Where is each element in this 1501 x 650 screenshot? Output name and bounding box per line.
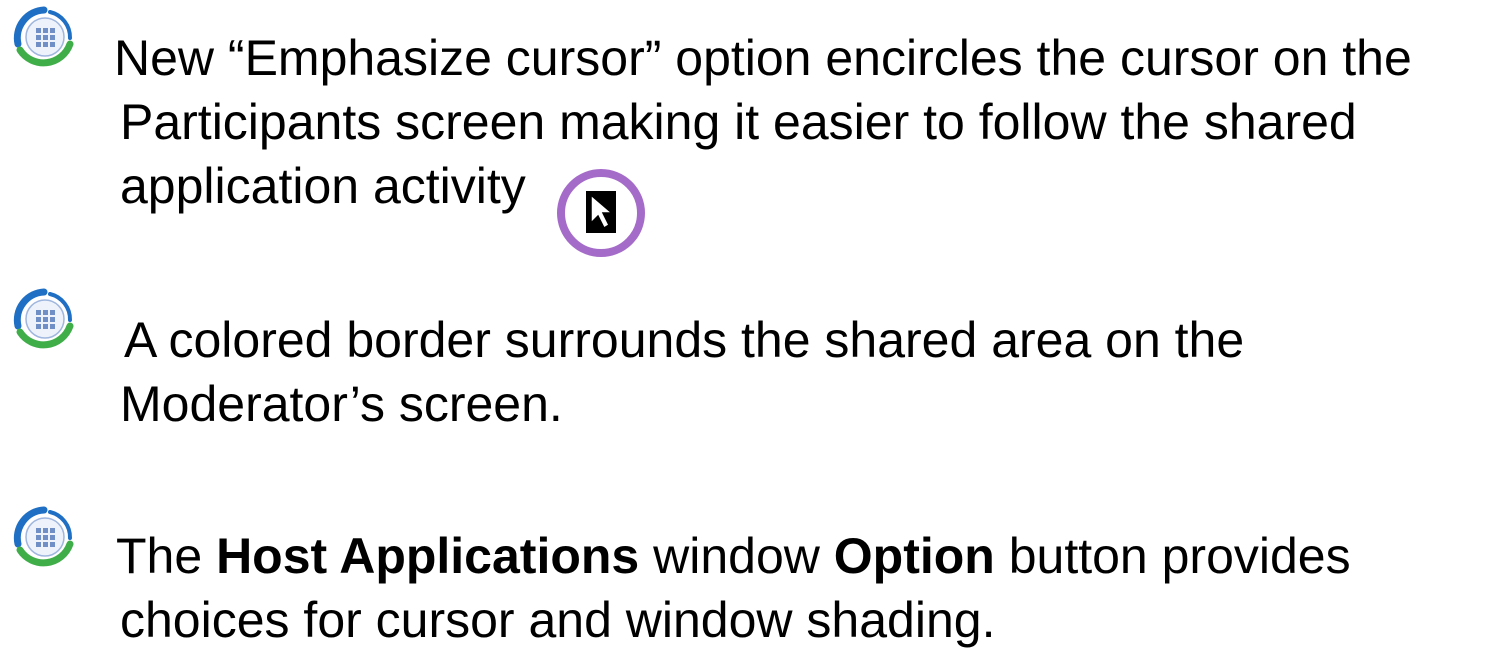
bullet-2-line-2: Moderator’s screen. bbox=[120, 376, 563, 432]
option-term: Option bbox=[833, 528, 995, 584]
emphasized-cursor-icon bbox=[553, 165, 649, 261]
host-applications-term: Host Applications bbox=[216, 528, 640, 584]
app-grid-bullet-icon bbox=[10, 504, 78, 572]
bullet-1-line-1: New “Emphasize cursor” option encircles … bbox=[114, 30, 1412, 86]
bullet-3-line-1: The Host Applications window Option butt… bbox=[116, 526, 1351, 586]
bullet-1-line-2: Participants screen making it easier to … bbox=[120, 94, 1357, 150]
bullet-3-text-button-provides: button provides bbox=[994, 528, 1351, 584]
bullet-2-line-1: A colored border surrounds the shared ar… bbox=[124, 312, 1245, 368]
app-grid-bullet-icon bbox=[10, 4, 78, 72]
bullet-3-line-2: choices for cursor and window shading. bbox=[120, 592, 996, 648]
bullet-1-line-3: application activity bbox=[120, 158, 526, 214]
app-grid-bullet-icon bbox=[10, 286, 78, 354]
bullet-3-text-the: The bbox=[116, 528, 217, 584]
bullet-3-text-window: window bbox=[639, 528, 834, 584]
